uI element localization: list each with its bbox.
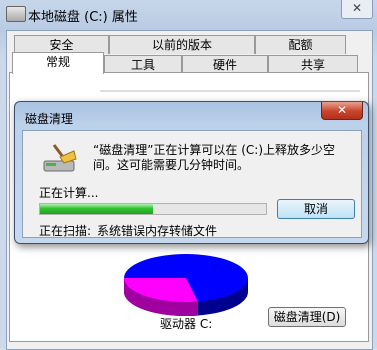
tab-previous-versions[interactable]: 以前的版本	[109, 35, 255, 54]
dialog-message: “磁盘清理”正在计算可以在 (C:)上释放多少空间。这可能需要几分钟时间。	[93, 143, 336, 172]
progress-fill	[40, 204, 153, 214]
status-text: 正在计算...	[39, 186, 99, 200]
dialog-body: “磁盘清理”正在计算可以在 (C:)上释放多少空间。这可能需要几分钟时间。 正在…	[22, 130, 362, 238]
scanning-label: 正在扫描:	[39, 224, 92, 238]
disk-cleanup-icon	[43, 144, 77, 172]
properties-title: 本地磁盘 (C:) 属性	[28, 10, 138, 25]
scanning-row: 正在扫描: 系统错误内存转储文件	[39, 222, 217, 239]
disk-cleanup-dialog: 磁盘清理 ✕ “磁盘清理”正在计算可以在 (C:)上释放多少空间。这可能需要几分…	[14, 101, 369, 244]
disk-usage-pie-chart	[123, 254, 248, 317]
drive-label: 驱动器 C:	[160, 317, 213, 331]
dialog-title: 磁盘清理	[25, 112, 74, 126]
name-field	[100, 90, 360, 92]
scanning-item: 系统错误内存转储文件	[97, 224, 218, 238]
properties-title-bar: 本地磁盘 (C:) 属性 ✕	[0, 0, 377, 30]
dialog-close-button[interactable]: ✕	[321, 102, 363, 120]
progress-bar	[39, 203, 267, 215]
tab-quota[interactable]: 配额	[255, 35, 346, 54]
cancel-button[interactable]: 取消	[277, 199, 355, 219]
tab-general[interactable]: 常规	[12, 52, 104, 74]
properties-close-button[interactable]: ✕	[341, 0, 373, 19]
disk-cleanup-button[interactable]: 磁盘清理(D)	[268, 307, 346, 327]
drive-icon	[6, 6, 26, 22]
